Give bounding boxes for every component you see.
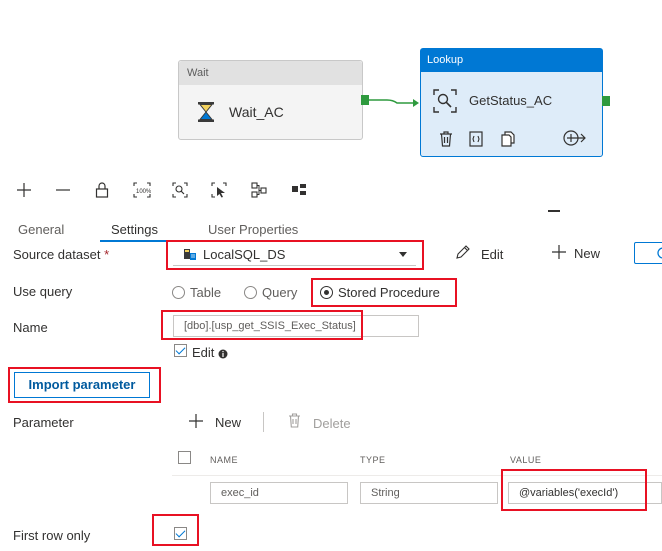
column-header-name: NAME bbox=[210, 455, 239, 465]
highlight-box-dataset bbox=[166, 240, 424, 270]
use-query-label: Use query bbox=[13, 284, 73, 299]
svg-text:100%: 100% bbox=[136, 189, 151, 195]
tab-general[interactable]: General bbox=[18, 222, 64, 237]
tab-user-properties[interactable]: User Properties bbox=[208, 222, 298, 237]
open-icon bbox=[653, 246, 662, 265]
open-dataset-button[interactable] bbox=[634, 242, 662, 264]
toolbar-divider bbox=[263, 412, 264, 432]
source-dataset-label-text: Source dataset bbox=[13, 247, 101, 262]
required-mark: * bbox=[104, 247, 110, 262]
select-icon[interactable] bbox=[211, 182, 227, 203]
new-dataset-button[interactable]: New bbox=[574, 246, 600, 261]
lookup-magnifier-icon bbox=[433, 89, 457, 118]
edit-dataset-button[interactable]: Edit bbox=[481, 247, 503, 262]
radio-query-label: Query bbox=[262, 285, 298, 300]
auto-align-icon[interactable] bbox=[251, 182, 267, 203]
highlight-box-import bbox=[8, 367, 161, 403]
highlight-box-first-row bbox=[152, 514, 199, 546]
layout-icon[interactable] bbox=[291, 182, 307, 203]
wait-node-name: Wait_AC bbox=[229, 104, 284, 120]
lookup-node-header: Lookup bbox=[421, 49, 602, 72]
delete-icon[interactable] bbox=[439, 131, 453, 152]
resize-handle[interactable] bbox=[548, 210, 560, 212]
plus-icon[interactable] bbox=[188, 413, 204, 434]
wait-node-header: Wait bbox=[179, 61, 362, 85]
add-icon[interactable] bbox=[16, 182, 32, 203]
dependency-connector[interactable] bbox=[369, 94, 421, 108]
lookup-activity-node[interactable]: Lookup GetStatus_AC bbox=[420, 48, 603, 157]
pencil-icon[interactable] bbox=[455, 245, 470, 265]
radio-query[interactable] bbox=[244, 286, 257, 299]
parameter-name-field[interactable]: exec_id bbox=[210, 482, 348, 504]
select-all-checkbox[interactable] bbox=[178, 451, 191, 464]
delete-icon bbox=[288, 413, 301, 433]
code-icon[interactable] bbox=[469, 131, 483, 152]
column-header-type: TYPE bbox=[360, 455, 386, 465]
wait-activity-node[interactable]: Wait Wait_AC bbox=[178, 60, 363, 140]
active-tab-indicator bbox=[100, 240, 170, 242]
info-icon[interactable] bbox=[218, 346, 228, 364]
parameter-label: Parameter bbox=[13, 415, 74, 430]
zoom-fit-icon[interactable] bbox=[172, 182, 188, 203]
lock-icon[interactable] bbox=[95, 182, 109, 203]
highlight-box-value bbox=[501, 469, 647, 511]
add-output-icon[interactable] bbox=[563, 129, 587, 152]
copy-icon[interactable] bbox=[501, 131, 515, 152]
remove-icon[interactable] bbox=[55, 182, 71, 203]
highlight-box-name bbox=[161, 310, 363, 340]
zoom-100-icon[interactable]: 100% bbox=[133, 182, 152, 203]
radio-table-label: Table bbox=[190, 285, 222, 300]
lookup-output-port[interactable] bbox=[602, 96, 610, 106]
column-header-value: VALUE bbox=[510, 455, 542, 465]
lookup-node-name: GetStatus_AC bbox=[469, 93, 553, 108]
name-label: Name bbox=[13, 320, 48, 335]
wait-success-port[interactable] bbox=[361, 95, 369, 105]
radio-table[interactable] bbox=[172, 286, 185, 299]
hourglass-icon bbox=[197, 101, 215, 128]
edit-name-checkbox-label: Edit bbox=[192, 345, 215, 360]
first-row-only-label: First row only bbox=[13, 528, 91, 543]
source-dataset-label: Source dataset * bbox=[13, 247, 109, 262]
tab-settings[interactable]: Settings bbox=[111, 222, 158, 237]
edit-name-checkbox[interactable] bbox=[174, 344, 187, 357]
parameter-type-field[interactable]: String bbox=[360, 482, 498, 504]
new-parameter-button[interactable]: New bbox=[215, 415, 241, 430]
plus-icon[interactable] bbox=[551, 244, 567, 265]
delete-parameter-button: Delete bbox=[313, 416, 351, 431]
highlight-box-stored-procedure bbox=[311, 278, 457, 307]
